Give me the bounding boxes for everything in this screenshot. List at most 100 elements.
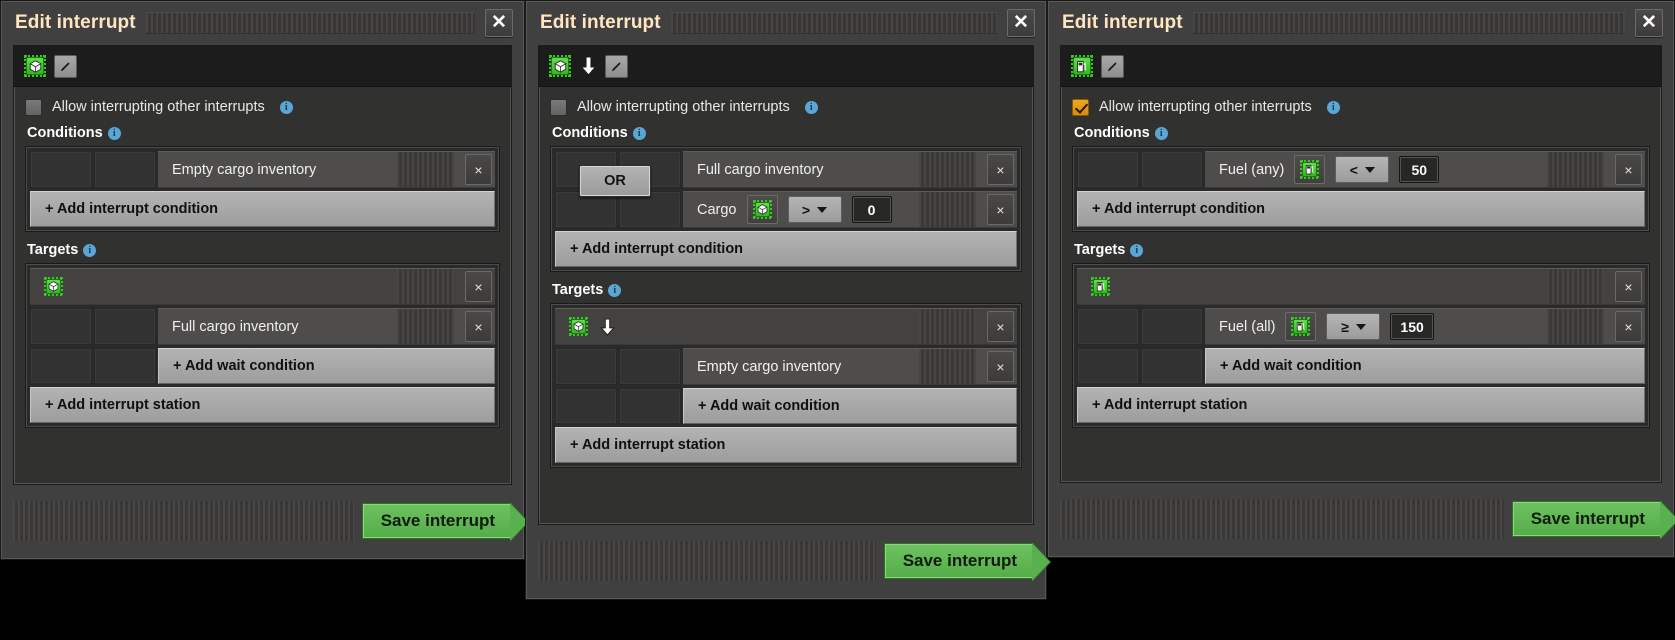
drag-handle[interactable]: [1547, 309, 1604, 344]
indent-slot: [94, 151, 156, 188]
add-wait-condition-button[interactable]: + Add wait condition: [683, 388, 1017, 424]
remove-condition-button[interactable]: ×: [465, 154, 492, 185]
info-icon[interactable]: i: [608, 283, 622, 297]
indent-slot: [1141, 348, 1203, 384]
interrupt-content: Allow interrupting other interrupts i Co…: [1061, 87, 1661, 482]
remove-condition-button[interactable]: ×: [987, 154, 1014, 185]
target-station-row: ×: [30, 268, 495, 305]
signal-select-button[interactable]: [746, 195, 778, 224]
wait-condition-card[interactable]: Empty cargo inventory ×: [683, 348, 1017, 385]
info-icon[interactable]: i: [804, 100, 818, 114]
condition-card[interactable]: Cargo > 0 ×: [683, 191, 1017, 228]
edit-pencil-icon[interactable]: [1101, 54, 1124, 78]
comparator-select[interactable]: >: [787, 196, 842, 223]
indent-slot: [555, 388, 617, 424]
target-station-row: ×: [555, 308, 1017, 345]
drag-handle[interactable]: [397, 152, 454, 187]
add-interrupt-condition-button[interactable]: + Add interrupt condition: [1077, 191, 1645, 227]
info-icon[interactable]: i: [1326, 100, 1340, 114]
wait-condition-label: Full cargo inventory: [172, 318, 299, 335]
wait-condition-row: Fuel (all) ≥ 150 ×: [1077, 308, 1645, 345]
info-icon[interactable]: i: [1154, 126, 1168, 140]
cargo-chip-icon[interactable]: [569, 317, 588, 336]
target-station-card[interactable]: ×: [1077, 268, 1645, 305]
allow-interrupting-checkbox[interactable]: [550, 98, 567, 116]
add-interrupt-station-button[interactable]: + Add interrupt station: [555, 427, 1017, 463]
add-interrupt-condition-button[interactable]: + Add interrupt condition: [30, 191, 495, 227]
remove-condition-button[interactable]: ×: [987, 194, 1014, 225]
info-icon[interactable]: i: [107, 126, 121, 140]
add-interrupt-station-button[interactable]: + Add interrupt station: [1077, 387, 1645, 423]
add-wait-row: + Add wait condition: [30, 348, 495, 384]
cargo-chip-icon[interactable]: [44, 277, 63, 296]
signal-select-button[interactable]: [1294, 155, 1326, 184]
allow-interrupting-label: Allow interrupting other interrupts: [577, 99, 790, 115]
cargo-chip-icon[interactable]: [24, 55, 46, 77]
edit-pencil-icon[interactable]: [605, 54, 628, 78]
remove-wait-condition-button[interactable]: ×: [1615, 311, 1642, 342]
drag-handle[interactable]: [397, 269, 454, 304]
add-wait-condition-button[interactable]: + Add wait condition: [1205, 348, 1645, 384]
close-button[interactable]: ✕: [1007, 9, 1035, 37]
remove-wait-condition-button[interactable]: ×: [987, 351, 1014, 382]
drag-handle[interactable]: [919, 349, 976, 384]
wait-condition-card[interactable]: Full cargo inventory ×: [158, 308, 495, 345]
add-wait-condition-button[interactable]: + Add wait condition: [158, 348, 495, 384]
chevron-down-icon: [1355, 323, 1366, 330]
target-station-card[interactable]: ×: [555, 308, 1017, 345]
remove-condition-button[interactable]: ×: [1615, 154, 1642, 185]
titlebar: Edit interrupt ✕: [1048, 1, 1674, 45]
window-drag-handle[interactable]: [145, 12, 475, 34]
allow-interrupting-row: Allow interrupting other interrupts i: [1072, 96, 1650, 118]
condition-value-input[interactable]: 0: [851, 196, 892, 223]
close-button[interactable]: ✕: [1635, 9, 1663, 37]
comparator-select[interactable]: <: [1335, 156, 1390, 183]
footer-filler: [13, 501, 354, 541]
fuel-chip-icon[interactable]: [1091, 277, 1110, 296]
allow-interrupting-checkbox[interactable]: [25, 98, 42, 116]
save-interrupt-button[interactable]: Save interrupt: [1511, 501, 1662, 537]
info-icon[interactable]: i: [632, 126, 646, 140]
fuel-chip-icon[interactable]: [1071, 55, 1093, 77]
wait-condition-card[interactable]: Fuel (all) ≥ 150 ×: [1205, 308, 1645, 345]
target-station-card[interactable]: ×: [30, 268, 495, 305]
info-icon[interactable]: i: [83, 243, 97, 257]
close-button[interactable]: ✕: [485, 9, 513, 37]
drag-handle[interactable]: [919, 309, 976, 344]
remove-station-button[interactable]: ×: [465, 271, 492, 302]
comparator-select[interactable]: ≥: [1326, 313, 1381, 340]
info-icon[interactable]: i: [1130, 243, 1144, 257]
arrow-down-icon: [579, 56, 597, 77]
remove-wait-condition-button[interactable]: ×: [465, 311, 492, 342]
drag-handle[interactable]: [1547, 152, 1604, 187]
allow-interrupting-label: Allow interrupting other interrupts: [1099, 99, 1312, 115]
allow-interrupting-checkbox[interactable]: [1072, 98, 1089, 116]
add-interrupt-station-button[interactable]: + Add interrupt station: [30, 387, 495, 423]
drag-handle[interactable]: [1547, 269, 1604, 304]
save-interrupt-button[interactable]: Save interrupt: [883, 543, 1034, 579]
condition-card[interactable]: Fuel (any) < 50 ×: [1205, 151, 1645, 188]
wait-condition-value-input[interactable]: 150: [1390, 313, 1434, 340]
condition-value-input[interactable]: 50: [1399, 156, 1440, 183]
condition-label: Cargo: [697, 201, 737, 218]
drag-handle[interactable]: [397, 309, 454, 344]
condition-card[interactable]: Full cargo inventory ×: [683, 151, 1017, 188]
save-interrupt-button[interactable]: Save interrupt: [361, 503, 512, 539]
cargo-chip-icon[interactable]: [549, 55, 571, 77]
remove-station-button[interactable]: ×: [987, 311, 1014, 342]
condition-operator-button[interactable]: OR: [579, 165, 651, 197]
signal-select-button[interactable]: [1285, 312, 1317, 341]
info-icon[interactable]: i: [279, 100, 293, 114]
fuel-chip-icon: [1291, 317, 1311, 336]
drag-handle[interactable]: [919, 192, 976, 227]
edit-pencil-icon[interactable]: [54, 54, 77, 78]
remove-station-button[interactable]: ×: [1615, 271, 1642, 302]
condition-card[interactable]: Empty cargo inventory ×: [158, 151, 495, 188]
conditions-list: Empty cargo inventory × + Add interrupt …: [25, 146, 500, 232]
drag-handle[interactable]: [919, 152, 976, 187]
add-interrupt-condition-button[interactable]: + Add interrupt condition: [555, 231, 1017, 267]
indent-slot: [30, 308, 92, 345]
window-drag-handle[interactable]: [1192, 12, 1625, 34]
window-drag-handle[interactable]: [670, 12, 997, 34]
window-body: Allow interrupting other interrupts i Co…: [13, 45, 512, 485]
